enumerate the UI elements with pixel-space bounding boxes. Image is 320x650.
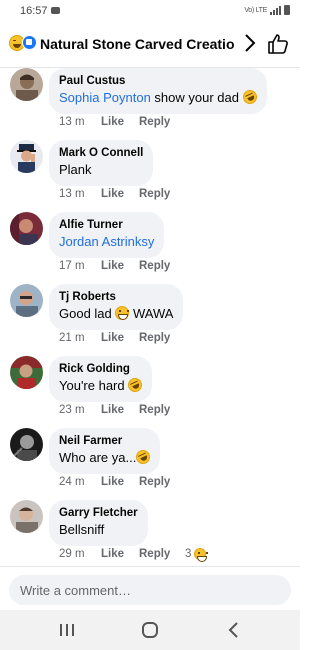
comment-actions: 13 m Like Reply [59,116,184,128]
comment-body: Bellsniff [59,522,105,537]
avatar[interactable] [10,356,43,389]
reply-button[interactable]: Reply [139,260,184,272]
comment-time: 21 m [59,332,85,344]
network-label: Vo) LTE [244,6,267,14]
grin-reaction-icon [194,548,209,562]
avatar[interactable] [10,68,43,101]
status-time: 16:57 [20,5,48,17]
like-button[interactable]: Like [101,260,139,272]
reply-button[interactable]: Reply [139,332,184,344]
like-button[interactable]: Like [101,404,139,416]
post-header: Natural Stone Carved Creation... [0,22,300,68]
mention-link[interactable]: Sophia Poynton [59,90,151,105]
comment-time: 24 m [59,476,85,488]
avatar[interactable] [10,428,43,461]
system-nav-bar [0,610,300,650]
reply-button[interactable]: Reply [139,404,184,416]
comment-time: 13 m [59,116,85,128]
comment-text: You're hard [59,375,145,395]
like-button[interactable]: Like [101,476,139,488]
comment-actions: 29 m Like Reply 3 [59,548,209,562]
comment-actions: 23 m Like Reply [59,404,184,416]
comment-item: Alfie Turner Jordan Astrinksy 17 m Like … [0,212,300,284]
comment-author[interactable]: Garry Fletcher [59,506,138,521]
comment-body-after: WAWA [129,306,174,321]
comment-author[interactable]: Paul Custus [59,74,257,89]
comment-author[interactable]: Mark O Connell [59,146,143,161]
comment-text: Jordan Astrinksy [59,233,154,251]
comment-author[interactable]: Alfie Turner [59,218,154,233]
comment-body: Plank [59,162,92,177]
chevron-right-icon[interactable] [241,32,259,54]
message-notification-icon [51,7,60,14]
home-icon[interactable] [138,620,162,640]
like-button[interactable]: Like [101,548,139,560]
comment-actions: 17 m Like Reply [59,260,184,272]
comment-text: Good lad WAWA [59,305,173,323]
signal-icon [270,5,281,15]
comment-author[interactable]: Neil Farmer [59,434,150,449]
comment-item: Mark O Connell Plank 13 m Like Reply [0,140,300,212]
like-badge-icon [22,35,37,50]
avatar[interactable] [10,140,43,173]
comment-body: Who are ya... [59,450,137,465]
comment-time: 23 m [59,404,85,416]
comment-bubble: Garry Fletcher Bellsniff [49,500,148,546]
reply-button[interactable]: Reply [139,476,184,488]
comment-bubble: Tj Roberts Good lad WAWA [49,284,184,330]
comment-bubble: Rick Golding You're hard [49,356,153,402]
comment-item: Neil Farmer Who are ya... 24 m Like Repl… [0,428,300,500]
comment-author[interactable]: Tj Roberts [59,290,173,305]
comment-body: show your dad [150,90,243,105]
comment-text: Sophia Poynton show your dad [59,87,259,107]
like-button[interactable]: Like [101,116,139,128]
reply-button[interactable]: Reply [139,116,184,128]
comment-time: 13 m [59,188,85,200]
comment-text: Who are ya... [59,447,153,467]
comment-item: Paul Custus Sophia Poynton show your dad… [0,68,300,140]
comment-item: Rick Golding You're hard 23 m Like Reply [0,356,300,428]
avatar[interactable] [10,500,43,533]
like-button[interactable]: Like [101,332,139,344]
reaction-count[interactable]: 3 [185,548,191,560]
comment-time: 29 m [59,548,85,560]
rofl-emoji-icon [125,375,145,395]
comment-input[interactable] [9,575,291,605]
post-title[interactable]: Natural Stone Carved Creation... [40,36,235,52]
comment-actions: 21 m Like Reply [59,332,184,344]
grin-emoji-icon [115,306,130,320]
avatar[interactable] [10,284,43,317]
comment-body: Good lad [59,306,116,321]
comment-bubble: Alfie Turner Jordan Astrinksy [49,212,165,258]
comment-actions: 24 m Like Reply [59,476,184,488]
thumbs-up-icon[interactable] [266,32,290,56]
comment-author[interactable]: Rick Golding [59,362,142,377]
comment-bubble: Paul Custus Sophia Poynton show your dad [49,68,267,114]
mention-link[interactable]: Jordan Astrinksy [59,234,154,249]
status-bar: 16:57 Vo) LTE [0,0,300,22]
recent-apps-icon[interactable] [55,620,79,640]
comment-bubble: Neil Farmer Who are ya... [49,428,161,474]
comment-item: Tj Roberts Good lad WAWA 21 m Like Reply [0,284,300,356]
comment-actions: 13 m Like Reply [59,188,184,200]
reply-button[interactable]: Reply [139,548,184,560]
avatar[interactable] [10,212,43,245]
comment-body: You're hard [59,378,129,393]
comment-item: Garry Fletcher Bellsniff 29 m Like Reply… [0,500,300,572]
comment-composer [0,566,300,610]
battery-icon [284,5,290,15]
reply-button[interactable]: Reply [139,188,184,200]
comment-time: 17 m [59,260,85,272]
comment-bubble: Mark O Connell Plank [49,140,154,186]
like-button[interactable]: Like [101,188,139,200]
rofl-emoji-icon [240,87,259,107]
status-indicators: Vo) LTE [244,5,290,15]
rofl-emoji-icon [134,447,153,467]
back-icon[interactable] [222,620,246,640]
